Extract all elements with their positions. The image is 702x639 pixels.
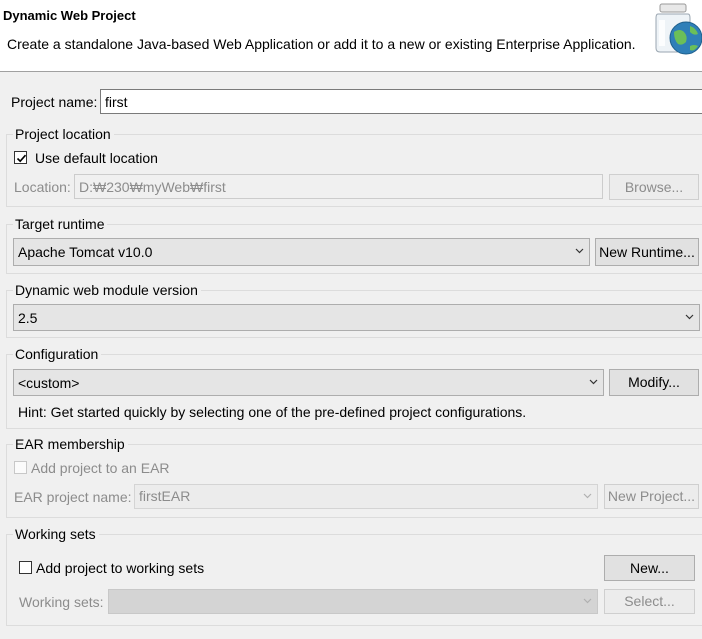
select-working-sets-button[interactable]: Select... bbox=[604, 589, 695, 614]
target-runtime-title: Target runtime bbox=[13, 216, 108, 232]
working-sets-title: Working sets bbox=[13, 526, 99, 542]
working-sets-select[interactable] bbox=[108, 589, 598, 614]
ear-project-name-label: EAR project name: bbox=[14, 489, 132, 505]
use-default-location-label: Use default location bbox=[35, 150, 158, 166]
web-module-version-title: Dynamic web module version bbox=[13, 282, 201, 298]
web-module-version-select[interactable]: 2.5 bbox=[13, 304, 700, 331]
chevron-down-icon bbox=[685, 314, 694, 319]
new-ear-project-button[interactable]: New Project... bbox=[604, 484, 699, 509]
ear-project-name-value: firstEAR bbox=[139, 488, 191, 504]
modify-button[interactable]: Modify... bbox=[609, 369, 699, 396]
project-location-title: Project location bbox=[13, 126, 114, 142]
chevron-down-icon bbox=[575, 248, 584, 254]
wizard-header: Dynamic Web Project Create a standalone … bbox=[0, 0, 702, 72]
configuration-select[interactable]: <custom> bbox=[13, 369, 604, 396]
location-input[interactable]: D:₩230₩myWeb₩first bbox=[74, 174, 603, 199]
ear-membership-title: EAR membership bbox=[13, 436, 128, 452]
ear-project-name-select[interactable]: firstEAR bbox=[134, 484, 598, 509]
project-name-input[interactable]: first bbox=[100, 89, 702, 114]
add-to-working-sets-checkbox[interactable] bbox=[19, 561, 32, 574]
add-to-working-sets-label: Add project to working sets bbox=[36, 560, 205, 576]
working-sets-label: Working sets: bbox=[19, 594, 104, 610]
new-runtime-button[interactable]: New Runtime... bbox=[595, 238, 699, 266]
configuration-value: <custom> bbox=[18, 375, 80, 391]
add-to-ear-label: Add project to an EAR bbox=[31, 460, 170, 476]
web-module-version-value: 2.5 bbox=[18, 310, 38, 326]
checkmark-icon bbox=[16, 154, 27, 163]
configuration-title: Configuration bbox=[13, 346, 102, 362]
chevron-down-icon bbox=[583, 493, 592, 498]
configuration-hint: Hint: Get started quickly by selecting o… bbox=[18, 404, 527, 420]
add-to-ear-checkbox[interactable] bbox=[14, 461, 27, 474]
new-working-set-button[interactable]: New... bbox=[604, 555, 695, 581]
wizard-title: Dynamic Web Project bbox=[3, 8, 136, 23]
chevron-down-icon bbox=[589, 379, 598, 384]
use-default-location-checkbox[interactable] bbox=[14, 151, 27, 164]
target-runtime-select[interactable]: Apache Tomcat v10.0 bbox=[13, 238, 590, 266]
location-label: Location: bbox=[14, 179, 71, 195]
project-name-label: Project name: bbox=[11, 94, 98, 110]
chevron-down-icon bbox=[583, 598, 592, 603]
browse-button[interactable]: Browse... bbox=[609, 174, 699, 200]
wizard-description: Create a standalone Java-based Web Appli… bbox=[7, 36, 636, 52]
web-project-jar-globe-icon bbox=[650, 2, 702, 60]
target-runtime-value: Apache Tomcat v10.0 bbox=[18, 244, 153, 260]
